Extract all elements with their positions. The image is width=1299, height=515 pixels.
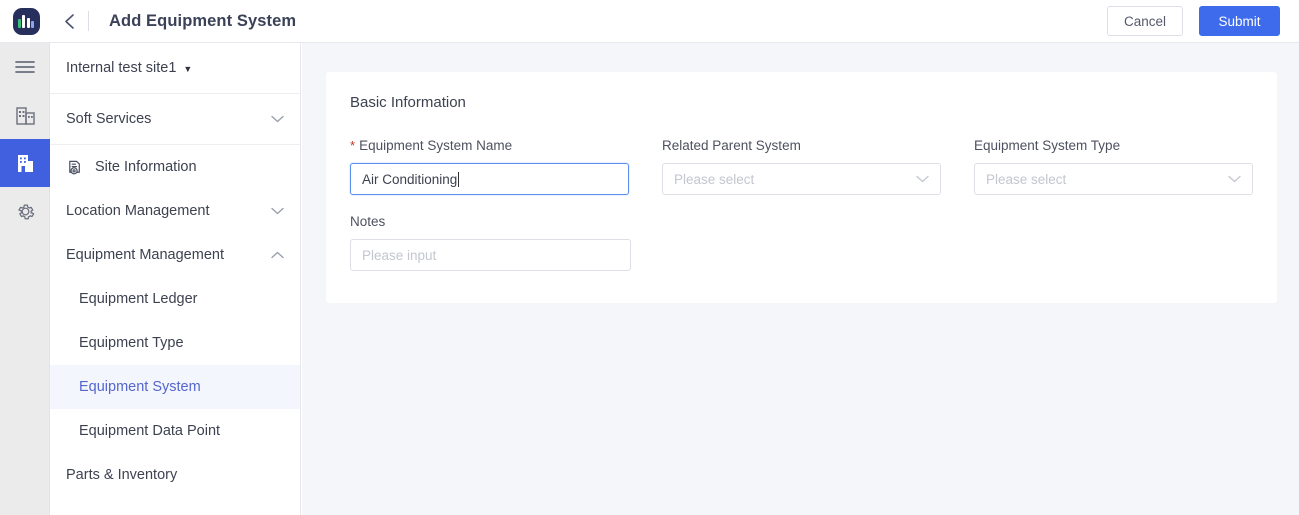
input-placeholder: Please input	[362, 247, 437, 263]
notes-input[interactable]: Please input	[350, 239, 631, 271]
sidebar-group-equipment-management[interactable]: Equipment Management	[50, 233, 300, 277]
select-placeholder: Please select	[986, 171, 1067, 187]
sidebar-item-site-information[interactable]: Site Information	[50, 145, 300, 189]
text-cursor	[458, 171, 460, 187]
rail-item-settings[interactable]	[0, 187, 50, 235]
submit-button[interactable]: Submit	[1199, 6, 1280, 36]
related-parent-system-select[interactable]: Please select	[662, 163, 941, 195]
app-root: Add Equipment System Cancel Submit Inter…	[0, 0, 1299, 515]
field-equipment-system-name: * Equipment System Name Air Conditioning	[350, 137, 629, 195]
sidebar-item-label: Equipment Management	[66, 247, 224, 263]
top-header-bar: Add Equipment System Cancel Submit	[0, 0, 1299, 43]
sidebar-item-equipment-ledger[interactable]: Equipment Ledger	[50, 277, 300, 321]
sidebar-item-equipment-type[interactable]: Equipment Type	[50, 321, 300, 365]
required-marker: *	[350, 138, 356, 153]
chevron-up-icon	[271, 251, 284, 259]
page-title: Add Equipment System	[109, 11, 297, 30]
header-divider	[88, 11, 89, 31]
caret-down-icon: ▼	[183, 63, 193, 74]
site-selector[interactable]: Internal test site1 ▼	[50, 43, 300, 94]
sidebar-item-label: Site Information	[95, 159, 197, 175]
icon-rail	[0, 43, 50, 515]
building-filled-icon	[17, 154, 33, 172]
sidebar-item-equipment-data-point[interactable]: Equipment Data Point	[50, 409, 300, 453]
sidebar-item-label: Equipment Data Point	[79, 423, 221, 439]
field-equipment-system-type: Equipment System Type Please select	[974, 137, 1253, 195]
site-selector-label: Internal test site1	[66, 60, 177, 76]
building-outline-icon	[15, 106, 35, 125]
main-content: Basic Information * Equipment System Name…	[302, 43, 1299, 515]
logo-container	[0, 0, 52, 42]
brand-logo-icon	[12, 7, 40, 35]
rail-item-menu[interactable]	[0, 43, 50, 91]
sidebar-group-label: Soft Services	[66, 111, 152, 127]
sidebar-item-label: Equipment System	[79, 379, 201, 395]
field-label: Notes	[350, 214, 386, 229]
equipment-system-name-input[interactable]: Air Conditioning	[350, 163, 629, 195]
site-information-icon	[66, 158, 85, 177]
form-row-notes: Notes Please input	[350, 213, 1253, 271]
field-label: Equipment System Type	[974, 138, 1121, 153]
gear-icon	[17, 204, 34, 219]
sidebar-item-label: Location Management	[66, 203, 210, 219]
cancel-button[interactable]: Cancel	[1107, 6, 1183, 36]
chevron-left-icon	[64, 13, 74, 29]
row-spacer	[350, 195, 1253, 213]
chevron-down-icon	[271, 207, 284, 215]
field-related-parent-system: Related Parent System Please select	[662, 137, 941, 195]
back-button[interactable]	[52, 0, 86, 42]
sidebar-item-label: Parts & Inventory	[66, 467, 178, 483]
sidebar-item-label: Equipment Ledger	[79, 291, 198, 307]
chevron-down-icon	[271, 115, 284, 123]
sidebar-item-parts-inventory[interactable]: Parts & Inventory	[50, 453, 300, 497]
chevron-down-icon	[916, 175, 929, 183]
form-row-primary: * Equipment System Name Air Conditioning …	[350, 137, 1253, 195]
hamburger-menu-icon	[15, 61, 35, 73]
chevron-down-icon	[1228, 175, 1241, 183]
sidebar-item-equipment-system[interactable]: Equipment System	[50, 365, 300, 409]
sidebar-group-location-management[interactable]: Location Management	[50, 189, 300, 233]
sidebar-item-label: Equipment Type	[79, 335, 184, 351]
select-placeholder: Please select	[674, 171, 755, 187]
rail-item-buildings[interactable]	[0, 91, 50, 139]
basic-information-card: Basic Information * Equipment System Name…	[326, 72, 1277, 303]
sidebar-nav: Internal test site1 ▼ Soft Services Site…	[50, 43, 301, 515]
field-label: Related Parent System	[662, 138, 801, 153]
header-actions: Cancel Submit	[1107, 6, 1299, 36]
field-notes: Notes Please input	[350, 213, 631, 271]
field-label: * Equipment System Name	[350, 138, 513, 153]
sidebar-group-soft-services[interactable]: Soft Services	[50, 94, 300, 145]
section-title: Basic Information	[350, 94, 466, 111]
input-value: Air Conditioning	[362, 171, 458, 187]
equipment-system-type-select[interactable]: Please select	[974, 163, 1253, 195]
rail-item-site-management[interactable]	[0, 139, 50, 187]
